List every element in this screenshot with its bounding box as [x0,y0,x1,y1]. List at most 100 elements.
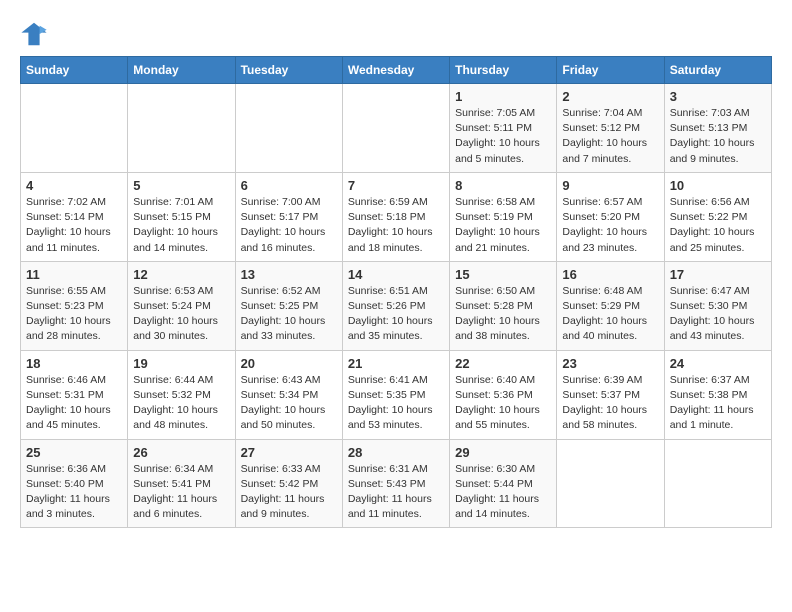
day-info: Sunrise: 6:51 AM Sunset: 5:26 PM Dayligh… [348,284,444,345]
day-cell: 13 Sunrise: 6:52 AM Sunset: 5:25 PM Dayli… [235,261,342,350]
week-row-1: 4 Sunrise: 7:02 AM Sunset: 5:14 PM Daylig… [21,172,772,261]
day-number: 18 [26,356,122,371]
day-info: Sunrise: 7:05 AM Sunset: 5:11 PM Dayligh… [455,106,551,167]
day-info: Sunrise: 6:46 AM Sunset: 5:31 PM Dayligh… [26,373,122,434]
day-info: Sunrise: 7:01 AM Sunset: 5:15 PM Dayligh… [133,195,229,256]
week-row-4: 25 Sunrise: 6:36 AM Sunset: 5:40 PM Dayli… [21,439,772,528]
day-number: 7 [348,178,444,193]
day-info: Sunrise: 6:39 AM Sunset: 5:37 PM Dayligh… [562,373,658,434]
day-cell: 14 Sunrise: 6:51 AM Sunset: 5:26 PM Dayli… [342,261,449,350]
day-number: 25 [26,445,122,460]
day-cell: 4 Sunrise: 7:02 AM Sunset: 5:14 PM Daylig… [21,172,128,261]
day-cell: 20 Sunrise: 6:43 AM Sunset: 5:34 PM Dayli… [235,350,342,439]
day-number: 27 [241,445,337,460]
day-number: 10 [670,178,766,193]
day-info: Sunrise: 6:41 AM Sunset: 5:35 PM Dayligh… [348,373,444,434]
day-cell [21,84,128,173]
day-info: Sunrise: 6:34 AM Sunset: 5:41 PM Dayligh… [133,462,229,523]
day-cell [128,84,235,173]
day-info: Sunrise: 6:36 AM Sunset: 5:40 PM Dayligh… [26,462,122,523]
day-cell: 17Sunrise: 6:47 AM Sunset: 5:30 PM Dayli… [664,261,771,350]
day-cell: 3 Sunrise: 7:03 AM Sunset: 5:13 PM Daylig… [664,84,771,173]
day-number: 8 [455,178,551,193]
day-info: Sunrise: 6:31 AM Sunset: 5:43 PM Dayligh… [348,462,444,523]
day-info: Sunrise: 6:59 AM Sunset: 5:18 PM Dayligh… [348,195,444,256]
day-number: 12 [133,267,229,282]
day-cell: 1 Sunrise: 7:05 AM Sunset: 5:11 PM Daylig… [450,84,557,173]
day-info: Sunrise: 6:37 AM Sunset: 5:38 PM Dayligh… [670,373,766,434]
day-cell: 29 Sunrise: 6:30 AM Sunset: 5:44 PM Dayli… [450,439,557,528]
day-number: 21 [348,356,444,371]
day-cell: 23Sunrise: 6:39 AM Sunset: 5:37 PM Dayli… [557,350,664,439]
day-number: 1 [455,89,551,104]
day-cell: 28 Sunrise: 6:31 AM Sunset: 5:43 PM Dayli… [342,439,449,528]
day-cell: 7 Sunrise: 6:59 AM Sunset: 5:18 PM Daylig… [342,172,449,261]
day-info: Sunrise: 6:58 AM Sunset: 5:19 PM Dayligh… [455,195,551,256]
day-cell: 11Sunrise: 6:55 AM Sunset: 5:23 PM Dayli… [21,261,128,350]
day-number: 15 [455,267,551,282]
day-info: Sunrise: 6:43 AM Sunset: 5:34 PM Dayligh… [241,373,337,434]
day-info: Sunrise: 7:00 AM Sunset: 5:17 PM Dayligh… [241,195,337,256]
week-row-3: 18 Sunrise: 6:46 AM Sunset: 5:31 PM Dayli… [21,350,772,439]
day-cell [235,84,342,173]
header-cell-tuesday: Tuesday [235,57,342,84]
header-cell-wednesday: Wednesday [342,57,449,84]
day-info: Sunrise: 7:02 AM Sunset: 5:14 PM Dayligh… [26,195,122,256]
day-number: 5 [133,178,229,193]
header-cell-monday: Monday [128,57,235,84]
day-info: Sunrise: 6:33 AM Sunset: 5:42 PM Dayligh… [241,462,337,523]
day-info: Sunrise: 6:52 AM Sunset: 5:25 PM Dayligh… [241,284,337,345]
header-cell-friday: Friday [557,57,664,84]
day-cell: 27 Sunrise: 6:33 AM Sunset: 5:42 PM Dayli… [235,439,342,528]
header-row: SundayMondayTuesdayWednesdayThursdayFrid… [21,57,772,84]
day-cell [557,439,664,528]
calendar-header: SundayMondayTuesdayWednesdayThursdayFrid… [21,57,772,84]
day-info: Sunrise: 7:03 AM Sunset: 5:13 PM Dayligh… [670,106,766,167]
day-info: Sunrise: 6:50 AM Sunset: 5:28 PM Dayligh… [455,284,551,345]
day-number: 3 [670,89,766,104]
day-number: 26 [133,445,229,460]
day-cell: 6 Sunrise: 7:00 AM Sunset: 5:17 PM Daylig… [235,172,342,261]
day-number: 28 [348,445,444,460]
day-info: Sunrise: 7:04 AM Sunset: 5:12 PM Dayligh… [562,106,658,167]
day-number: 2 [562,89,658,104]
day-info: Sunrise: 6:44 AM Sunset: 5:32 PM Dayligh… [133,373,229,434]
logo-icon [20,20,48,48]
day-number: 13 [241,267,337,282]
day-info: Sunrise: 6:47 AM Sunset: 5:30 PM Dayligh… [670,284,766,345]
day-number: 9 [562,178,658,193]
week-row-0: 1 Sunrise: 7:05 AM Sunset: 5:11 PM Daylig… [21,84,772,173]
day-info: Sunrise: 6:30 AM Sunset: 5:44 PM Dayligh… [455,462,551,523]
day-info: Sunrise: 6:56 AM Sunset: 5:22 PM Dayligh… [670,195,766,256]
calendar-table: SundayMondayTuesdayWednesdayThursdayFrid… [20,56,772,528]
day-number: 6 [241,178,337,193]
day-cell: 5 Sunrise: 7:01 AM Sunset: 5:15 PM Daylig… [128,172,235,261]
day-cell: 22 Sunrise: 6:40 AM Sunset: 5:36 PM Dayli… [450,350,557,439]
day-cell: 16Sunrise: 6:48 AM Sunset: 5:29 PM Dayli… [557,261,664,350]
day-cell: 9 Sunrise: 6:57 AM Sunset: 5:20 PM Daylig… [557,172,664,261]
day-cell [664,439,771,528]
week-row-2: 11Sunrise: 6:55 AM Sunset: 5:23 PM Dayli… [21,261,772,350]
page-header [20,16,772,48]
day-number: 20 [241,356,337,371]
day-cell: 19 Sunrise: 6:44 AM Sunset: 5:32 PM Dayli… [128,350,235,439]
day-info: Sunrise: 6:57 AM Sunset: 5:20 PM Dayligh… [562,195,658,256]
day-number: 14 [348,267,444,282]
day-number: 29 [455,445,551,460]
header-cell-thursday: Thursday [450,57,557,84]
day-cell: 18 Sunrise: 6:46 AM Sunset: 5:31 PM Dayli… [21,350,128,439]
day-cell: 24 Sunrise: 6:37 AM Sunset: 5:38 PM Dayli… [664,350,771,439]
day-cell: 21 Sunrise: 6:41 AM Sunset: 5:35 PM Dayli… [342,350,449,439]
day-cell: 15 Sunrise: 6:50 AM Sunset: 5:28 PM Dayli… [450,261,557,350]
day-info: Sunrise: 6:40 AM Sunset: 5:36 PM Dayligh… [455,373,551,434]
day-number: 22 [455,356,551,371]
day-number: 4 [26,178,122,193]
day-cell: 25 Sunrise: 6:36 AM Sunset: 5:40 PM Dayli… [21,439,128,528]
day-cell [342,84,449,173]
header-cell-sunday: Sunday [21,57,128,84]
day-info: Sunrise: 6:48 AM Sunset: 5:29 PM Dayligh… [562,284,658,345]
day-number: 24 [670,356,766,371]
day-cell: 10 Sunrise: 6:56 AM Sunset: 5:22 PM Dayli… [664,172,771,261]
day-number: 19 [133,356,229,371]
day-cell: 12Sunrise: 6:53 AM Sunset: 5:24 PM Dayli… [128,261,235,350]
